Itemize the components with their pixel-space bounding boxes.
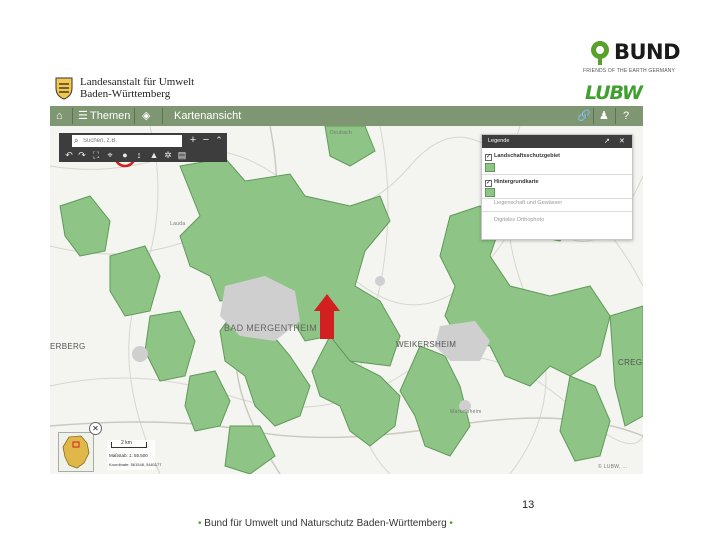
legend-title: Legende (488, 138, 510, 144)
footer-text: Bund für Umwelt und Naturschutz Baden-Wü… (204, 518, 447, 529)
legend-item-parcels[interactable]: Liegenschaft und Gewässer (494, 200, 562, 206)
bund-wordmark: BUND (614, 40, 681, 64)
locate-icon[interactable]: ⌖ (104, 150, 116, 160)
search-field[interactable]: ⌕ (72, 135, 182, 147)
help-icon[interactable]: ? (623, 106, 629, 126)
legend-swatch-background (485, 188, 495, 197)
circle-select-icon[interactable]: ● (119, 150, 131, 160)
town-label-right: CREGL (618, 358, 643, 367)
scale-bar-label: 2 km (121, 440, 132, 446)
scale-ratio: Maßstab: 1: 55.500 (109, 453, 148, 458)
bullet-icon: • (198, 518, 202, 529)
footer: • Bund für Umwelt und Naturschutz Baden-… (198, 518, 453, 529)
scale-panel: 2 km Maßstab: 1: 55.500 Koordinate: 5615… (107, 440, 161, 470)
agency-name-line1: Landesanstalt für Umwelt (80, 76, 195, 88)
overview-close-icon[interactable]: ✕ (89, 422, 102, 435)
village-label-markelsheim: Markelsheim (450, 409, 482, 415)
measure-icon[interactable]: ↕ (133, 150, 145, 160)
village-label-deubach: Deubach (330, 130, 353, 136)
settings-icon[interactable]: ✲ (162, 150, 174, 160)
legend-item-background[interactable]: Hintergrundkarte (494, 179, 539, 185)
layers-tool-icon[interactable]: ▲ (148, 150, 160, 160)
search-input[interactable] (83, 135, 178, 147)
expand-icon[interactable]: ↗ (604, 137, 610, 145)
page-number: 13 (522, 499, 535, 511)
themes-menu-icon[interactable]: ☰ (78, 106, 88, 126)
back-icon[interactable]: ↶ (63, 150, 75, 160)
lubw-logo: LUBW (585, 82, 643, 104)
bullet-icon: • (449, 518, 453, 529)
town-label-weikersheim: WEIKERSHEIM (396, 340, 457, 349)
collapse-icon[interactable]: ⌃ (213, 135, 225, 145)
overview-map[interactable] (58, 432, 94, 472)
legend-header: Legende ↗ ✕ (482, 135, 632, 148)
zoom-out-icon[interactable]: − (200, 135, 212, 146)
legend-item-landscape[interactable]: Landschaftsschutzgebiet (494, 153, 560, 159)
legend-item-orthophoto[interactable]: Digitales Orthophoto (494, 217, 544, 223)
main-toolbar: ⌂ ☰ Themen ◈ Kartenansicht 🔗 ♟ ? (50, 106, 643, 126)
link-icon[interactable]: 🔗 (577, 106, 591, 126)
legend-panel: Legende ↗ ✕ ✓ Landschaftsschutzgebiet ✓ … (481, 134, 633, 240)
forward-icon[interactable]: ↷ (76, 150, 88, 160)
town-label-bad-mergentheim: BAD MERGENTHEIM (224, 323, 318, 333)
town-label-left: ERBERG (50, 342, 86, 351)
agency-name-line2: Baden-Württemberg (80, 88, 171, 100)
fullscreen-icon[interactable]: ⛶ (90, 150, 102, 160)
user-icon[interactable]: ♟ (599, 106, 609, 126)
layers-icon[interactable]: ◈ (142, 106, 150, 126)
legend-checkbox-background[interactable]: ✓ (485, 180, 492, 187)
search-icon: ⌕ (74, 136, 79, 145)
close-icon[interactable]: ✕ (619, 137, 625, 145)
map-view-tab[interactable]: Kartenansicht (174, 106, 241, 126)
home-icon[interactable]: ⌂ (56, 106, 68, 126)
village-label-lauda: Lauda (170, 221, 186, 227)
legend-checkbox-landscape[interactable]: ✓ (485, 154, 492, 161)
map-attribution: © LUBW, ... (598, 464, 628, 470)
print-icon[interactable]: ▤ (176, 150, 188, 160)
zoom-in-icon[interactable]: + (187, 135, 199, 146)
coat-of-arms-icon (55, 77, 73, 100)
coordinate-readout: Koordinate: 561548, 5481177 (109, 462, 162, 467)
themes-tab[interactable]: Themen (90, 106, 130, 126)
legend-swatch-landscape (485, 163, 495, 172)
